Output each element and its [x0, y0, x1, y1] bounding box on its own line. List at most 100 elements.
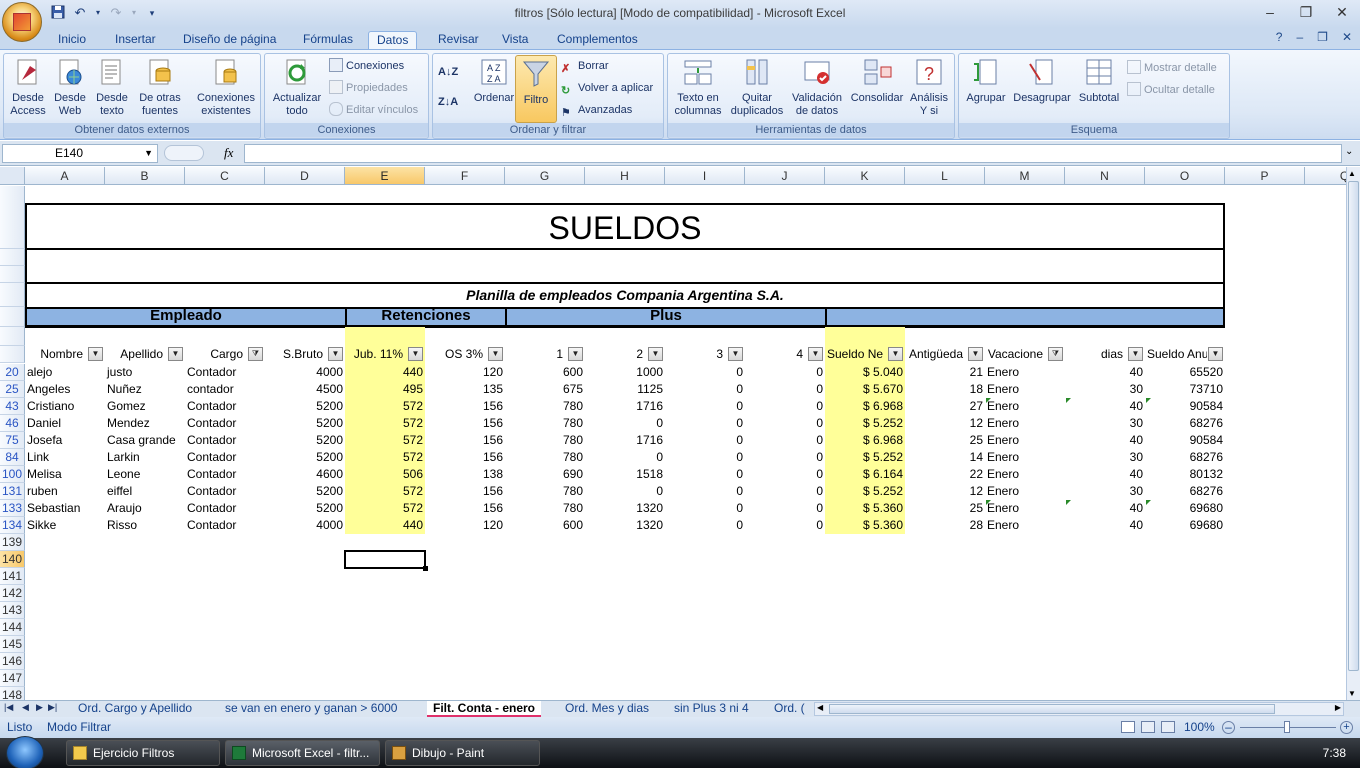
- cell[interactable]: 1125: [585, 381, 665, 398]
- other-sources-button[interactable]: De otras fuentes: [134, 56, 186, 118]
- sheet-tab-active[interactable]: Filt. Conta - enero: [427, 701, 541, 717]
- cell[interactable]: Leone: [105, 466, 185, 483]
- column-header[interactable]: C: [185, 167, 265, 185]
- cell[interactable]: 0: [745, 449, 825, 466]
- cell[interactable]: 30: [1065, 381, 1145, 398]
- cell[interactable]: 0: [665, 415, 745, 432]
- cell[interactable]: Sebastian: [25, 500, 105, 517]
- column-header[interactable]: J: [745, 167, 825, 185]
- sheet-tab[interactable]: Ord. Cargo y Apellido: [72, 701, 198, 717]
- cell[interactable]: Enero: [985, 381, 1065, 398]
- advanced-filter-button[interactable]: ⚑ Avanzadas: [561, 102, 632, 119]
- cell[interactable]: 0: [665, 432, 745, 449]
- cell[interactable]: 28: [905, 517, 985, 534]
- cell[interactable]: $ 6.968: [825, 398, 905, 415]
- sort-za-button[interactable]: Z↓A: [438, 94, 458, 110]
- sheet-tab[interactable]: sin Plus 3 ni 4: [668, 701, 755, 717]
- cell[interactable]: 69680: [1145, 517, 1225, 534]
- cell[interactable]: 600: [505, 364, 585, 381]
- from-web-button[interactable]: Desde Web: [50, 56, 90, 118]
- column-header[interactable]: E: [345, 167, 425, 185]
- cell[interactable]: 156: [425, 415, 505, 432]
- cell[interactable]: $ 5.670: [825, 381, 905, 398]
- cell[interactable]: Enero: [985, 415, 1065, 432]
- cell[interactable]: 14: [905, 449, 985, 466]
- filter-dropdown-icon[interactable]: ▼: [808, 347, 823, 361]
- cell[interactable]: 5200: [265, 500, 345, 517]
- cell[interactable]: 40: [1065, 466, 1145, 483]
- cell[interactable]: $ 5.252: [825, 449, 905, 466]
- cell[interactable]: 572: [345, 500, 425, 517]
- cell[interactable]: 572: [345, 415, 425, 432]
- zoom-out-icon[interactable]: –: [1222, 721, 1235, 734]
- data-validation-button[interactable]: Validación de datos: [788, 56, 846, 118]
- cell[interactable]: 68276: [1145, 449, 1225, 466]
- row-header[interactable]: 134: [0, 517, 25, 534]
- horizontal-scrollbar[interactable]: ◀ ▶: [814, 702, 1344, 716]
- column-header[interactable]: P: [1225, 167, 1305, 185]
- cell[interactable]: 30: [1065, 415, 1145, 432]
- cell[interactable]: 0: [585, 415, 665, 432]
- cell[interactable]: 68276: [1145, 483, 1225, 500]
- select-all-corner[interactable]: [0, 167, 25, 185]
- taskbar-item-paint[interactable]: Dibujo - Paint: [385, 740, 540, 766]
- cell[interactable]: $ 5.252: [825, 415, 905, 432]
- cell[interactable]: 0: [745, 432, 825, 449]
- cell[interactable]: 90584: [1145, 398, 1225, 415]
- cell[interactable]: 4000: [265, 364, 345, 381]
- page-break-icon[interactable]: [1161, 721, 1175, 733]
- maximize-button[interactable]: ❐: [1288, 0, 1324, 24]
- tab-insertar[interactable]: Insertar: [107, 31, 164, 50]
- row-header[interactable]: 141: [0, 568, 25, 585]
- row-header[interactable]: 140: [0, 551, 25, 568]
- cell[interactable]: 30: [1065, 449, 1145, 466]
- cell[interactable]: 40: [1065, 517, 1145, 534]
- subtotal-button[interactable]: Subtotal: [1073, 56, 1125, 105]
- cell[interactable]: 572: [345, 483, 425, 500]
- cell[interactable]: 572: [345, 398, 425, 415]
- ribbon-close-button[interactable]: ✕: [1342, 30, 1352, 44]
- cell[interactable]: 1000: [585, 364, 665, 381]
- cell[interactable]: 5200: [265, 432, 345, 449]
- row-header[interactable]: 84: [0, 449, 25, 466]
- cell[interactable]: 21: [905, 364, 985, 381]
- cell[interactable]: 18: [905, 381, 985, 398]
- cell[interactable]: 40: [1065, 364, 1145, 381]
- cell[interactable]: 25: [905, 432, 985, 449]
- cell[interactable]: 120: [425, 364, 505, 381]
- cell[interactable]: 0: [585, 449, 665, 466]
- cell[interactable]: Enero: [985, 517, 1065, 534]
- remove-duplicates-button[interactable]: Quitar duplicados: [728, 56, 786, 118]
- cell[interactable]: 4600: [265, 466, 345, 483]
- tab-datos[interactable]: Datos: [368, 31, 418, 50]
- ribbon-restore-button[interactable]: ❐: [1317, 30, 1328, 44]
- cell[interactable]: 572: [345, 449, 425, 466]
- reapply-button[interactable]: ↻ Volver a aplicar: [561, 80, 653, 97]
- row-header[interactable]: 139: [0, 534, 25, 551]
- existing-connections-button[interactable]: Conexiones existentes: [194, 56, 258, 118]
- column-header[interactable]: H: [585, 167, 665, 185]
- expand-formula-icon[interactable]: ⌄: [1345, 146, 1353, 157]
- cell[interactable]: 12: [905, 483, 985, 500]
- tab-inicio[interactable]: Inicio: [50, 31, 94, 50]
- row-header[interactable]: 75: [0, 432, 25, 449]
- row-header[interactable]: 131: [0, 483, 25, 500]
- zoom-in-icon[interactable]: +: [1340, 721, 1353, 734]
- formula-cancel-area[interactable]: [164, 145, 204, 161]
- cell[interactable]: $ 6.164: [825, 466, 905, 483]
- cell[interactable]: 440: [345, 364, 425, 381]
- zoom-level[interactable]: 100%: [1184, 717, 1215, 738]
- row-header[interactable]: [0, 249, 25, 266]
- cell[interactable]: 1716: [585, 432, 665, 449]
- minimize-button[interactable]: –: [1252, 0, 1288, 24]
- cell[interactable]: alejo: [25, 364, 105, 381]
- tab-complementos[interactable]: Complementos: [549, 31, 646, 50]
- cell[interactable]: 440: [345, 517, 425, 534]
- cell[interactable]: 135: [425, 381, 505, 398]
- cell[interactable]: $ 6.968: [825, 432, 905, 449]
- cell[interactable]: 0: [745, 364, 825, 381]
- cell[interactable]: Contador: [185, 483, 265, 500]
- cell[interactable]: 0: [585, 483, 665, 500]
- filter-dropdown-icon[interactable]: ▼: [168, 347, 183, 361]
- cell[interactable]: Enero: [985, 449, 1065, 466]
